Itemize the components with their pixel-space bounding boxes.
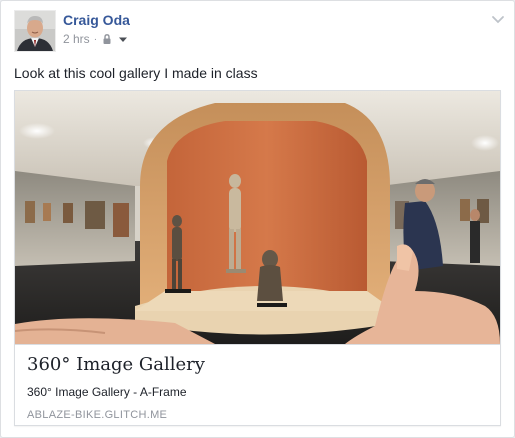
chevron-down-icon[interactable] — [490, 11, 506, 27]
link-preview-image[interactable] — [15, 91, 500, 344]
audience-caret-icon[interactable] — [117, 33, 129, 45]
link-preview-card[interactable]: 360° Image Gallery 360° Image Gallery - … — [14, 90, 501, 426]
post-timestamp[interactable]: 2 hrs — [63, 32, 90, 46]
link-description: 360° Image Gallery - A-Frame — [27, 385, 187, 399]
author-name[interactable]: Craig Oda — [63, 12, 130, 28]
author-avatar[interactable] — [14, 10, 56, 52]
link-preview-info[interactable]: 360° Image Gallery 360° Image Gallery - … — [15, 344, 500, 425]
link-domain: ABLAZE-BIKE.GLITCH.ME — [27, 409, 168, 421]
post-message: Look at this cool gallery I made in clas… — [14, 65, 258, 81]
link-title[interactable]: 360° Image Gallery — [27, 354, 205, 375]
feed-post: Craig Oda 2 hrs · Look at this cool gall… — [0, 0, 515, 438]
meta-separator: · — [93, 33, 98, 45]
lock-icon — [101, 33, 113, 45]
post-meta: 2 hrs · — [63, 32, 129, 46]
